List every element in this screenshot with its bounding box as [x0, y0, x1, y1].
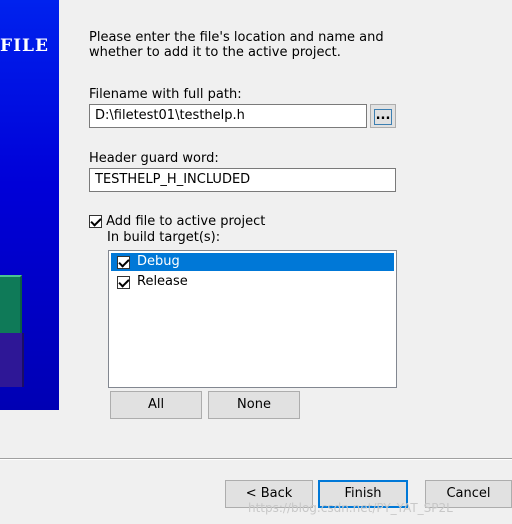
header-guard-input[interactable]: TESTHELP_H_INCLUDED: [89, 168, 396, 192]
browse-button-label: ...: [374, 108, 392, 125]
intro-text-line1: Please enter the file's location and nam…: [89, 30, 384, 45]
banner-decoration-green: [0, 275, 22, 333]
intro-text-line2: whether to add it to the active project.: [89, 45, 341, 60]
browse-button[interactable]: ...: [370, 104, 396, 128]
debug-checkbox[interactable]: [117, 256, 130, 269]
list-item-label: Debug: [137, 254, 180, 269]
select-all-button[interactable]: All: [110, 391, 202, 419]
add-to-project-row[interactable]: Add file to active project: [89, 214, 265, 230]
add-to-project-label: Add file to active project: [106, 214, 266, 229]
filename-input[interactable]: D:\filetest01\testhelp.h: [89, 104, 367, 128]
watermark-text: https://blog.csdn.net/PY_YAT_SP2L: [248, 501, 453, 515]
filename-label: Filename with full path:: [89, 87, 242, 102]
select-none-button[interactable]: None: [208, 391, 300, 419]
list-item-release[interactable]: Release: [111, 273, 394, 291]
release-checkbox[interactable]: [117, 276, 130, 289]
build-targets-label: In build target(s):: [107, 230, 221, 245]
build-targets-list[interactable]: Debug Release: [108, 250, 397, 388]
list-item-debug[interactable]: Debug: [111, 253, 394, 271]
wizard-banner: FILE: [0, 0, 59, 410]
banner-decoration-purple: [0, 333, 24, 387]
header-guard-label: Header guard word:: [89, 151, 219, 166]
footer-separator: [0, 458, 512, 460]
list-item-label: Release: [137, 274, 188, 289]
banner-title: FILE: [0, 36, 49, 56]
add-to-project-checkbox[interactable]: [89, 215, 102, 228]
